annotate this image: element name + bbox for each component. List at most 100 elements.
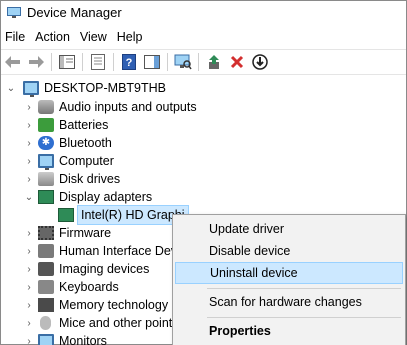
chip-icon bbox=[38, 226, 54, 240]
tree-item-label: Memory technology d bbox=[59, 298, 179, 312]
expand-chevron-icon[interactable]: › bbox=[23, 98, 35, 116]
help-button[interactable]: ? bbox=[119, 52, 139, 72]
expand-chevron-icon[interactable]: › bbox=[23, 152, 35, 170]
properties-button[interactable] bbox=[88, 52, 108, 72]
mouse-icon bbox=[40, 316, 51, 330]
tree-item-label: Display adapters bbox=[59, 190, 153, 204]
device-manager-app-icon bbox=[7, 6, 21, 18]
tree-item-imaging[interactable]: › Imaging devices bbox=[23, 260, 149, 278]
camera-icon bbox=[38, 262, 54, 276]
action-pane-button[interactable] bbox=[142, 52, 162, 72]
toolbar-separator bbox=[113, 53, 114, 71]
uninstall-device-button[interactable] bbox=[227, 52, 247, 72]
menu-file[interactable]: File bbox=[1, 27, 31, 47]
menu-properties[interactable]: Properties bbox=[175, 320, 403, 342]
tree-item-keyboards[interactable]: › Keyboards bbox=[23, 278, 119, 296]
show-hide-console-tree-button[interactable] bbox=[57, 52, 77, 72]
bluetooth-icon: ✱ bbox=[38, 136, 54, 150]
expand-chevron-icon[interactable]: › bbox=[23, 116, 35, 134]
tree-item-label: Firmware bbox=[59, 226, 112, 240]
disable-device-button[interactable] bbox=[250, 52, 270, 72]
toolbar-separator bbox=[51, 53, 52, 71]
tree-item-computer[interactable]: › Computer bbox=[23, 152, 114, 170]
tree-root-label: DESKTOP-MBT9THB bbox=[44, 81, 167, 95]
hid-icon bbox=[38, 244, 54, 258]
menu-separator bbox=[207, 317, 401, 318]
tree-item-hid[interactable]: › Human Interface Devic bbox=[23, 242, 186, 260]
scan-hardware-icon bbox=[174, 54, 192, 70]
disk-icon bbox=[38, 172, 54, 186]
speaker-icon bbox=[38, 100, 54, 114]
menu-uninstall-device[interactable]: Uninstall device bbox=[175, 262, 403, 284]
tree-item-label: Mice and other pointi bbox=[59, 316, 176, 330]
display-adapter-icon bbox=[58, 208, 74, 222]
svg-text:?: ? bbox=[126, 57, 133, 69]
properties-icon bbox=[91, 54, 105, 70]
tree-item-label: Human Interface Devic bbox=[59, 244, 187, 258]
menu-separator bbox=[207, 288, 401, 289]
menu-scan-hardware[interactable]: Scan for hardware changes bbox=[175, 291, 403, 313]
keyboard-icon bbox=[38, 280, 54, 294]
menu-disable-device[interactable]: Disable device bbox=[175, 240, 403, 262]
tree-item-disk-drives[interactable]: › Disk drives bbox=[23, 170, 120, 188]
tree-item-label: Monitors bbox=[59, 334, 107, 345]
help-icon: ? bbox=[122, 54, 136, 70]
menu-action[interactable]: Action bbox=[31, 27, 76, 47]
menu-help[interactable]: Help bbox=[113, 27, 149, 47]
tree-item-display-adapters[interactable]: ⌄ Display adapters bbox=[23, 188, 152, 206]
tree-item-monitors[interactable]: › Monitors bbox=[23, 332, 107, 345]
context-menu: Update driver Disable device Uninstall d… bbox=[172, 214, 406, 345]
tree-root[interactable]: ⌄ DESKTOP-MBT9THB bbox=[5, 79, 166, 97]
toolbar-separator bbox=[82, 53, 83, 71]
device-manager-window: Device Manager File Action View Help ? ⌄… bbox=[0, 0, 407, 345]
expand-chevron-icon[interactable]: › bbox=[23, 170, 35, 188]
collapse-chevron-icon[interactable]: ⌄ bbox=[5, 79, 17, 97]
tree-item-label: Audio inputs and outputs bbox=[59, 100, 197, 114]
toolbar: ? bbox=[1, 49, 406, 75]
forward-arrow-icon bbox=[29, 56, 44, 68]
uninstall-icon bbox=[230, 55, 244, 69]
toolbar-separator bbox=[167, 53, 168, 71]
battery-icon bbox=[38, 118, 54, 132]
expand-chevron-icon[interactable]: › bbox=[23, 296, 35, 314]
tree-item-label: Batteries bbox=[59, 118, 109, 132]
forward-button[interactable] bbox=[26, 52, 46, 72]
tree-item-label: Computer bbox=[59, 154, 114, 168]
monitor-icon bbox=[38, 334, 54, 345]
expand-chevron-icon[interactable]: › bbox=[23, 314, 35, 332]
display-adapter-icon bbox=[38, 190, 54, 204]
tree-item-bluetooth[interactable]: › ✱ Bluetooth bbox=[23, 134, 112, 152]
back-arrow-icon bbox=[5, 56, 20, 68]
tree-item-label: Bluetooth bbox=[59, 136, 112, 150]
expand-chevron-icon[interactable]: › bbox=[23, 332, 35, 345]
expand-chevron-icon[interactable]: › bbox=[23, 242, 35, 260]
memory-icon bbox=[38, 298, 54, 312]
tree-item-intel-hd-graphics[interactable]: Intel(R) HD Graphi bbox=[43, 205, 189, 225]
tree-item-firmware[interactable]: › Firmware bbox=[23, 224, 111, 242]
tree-item-mice[interactable]: › Mice and other pointi bbox=[23, 314, 175, 332]
expand-chevron-icon[interactable]: › bbox=[23, 260, 35, 278]
menu-bar: File Action View Help bbox=[1, 27, 149, 47]
collapse-chevron-icon[interactable]: ⌄ bbox=[23, 188, 35, 206]
back-button[interactable] bbox=[3, 52, 23, 72]
expand-chevron-icon[interactable]: › bbox=[23, 278, 35, 296]
tree-item-batteries[interactable]: › Batteries bbox=[23, 116, 108, 134]
console-tree-icon bbox=[59, 55, 75, 69]
scan-hardware-button[interactable] bbox=[173, 52, 193, 72]
update-driver-icon bbox=[209, 55, 219, 69]
computer-icon bbox=[38, 154, 54, 170]
window-title: Device Manager bbox=[27, 4, 122, 20]
menu-view[interactable]: View bbox=[76, 27, 113, 47]
action-pane-icon bbox=[144, 55, 160, 69]
disable-device-icon bbox=[252, 54, 268, 70]
tree-item-label: Imaging devices bbox=[59, 262, 150, 276]
expand-chevron-icon[interactable]: › bbox=[23, 134, 35, 152]
tree-item-audio[interactable]: › Audio inputs and outputs bbox=[23, 98, 197, 116]
update-driver-button[interactable] bbox=[204, 52, 224, 72]
expand-chevron-icon[interactable]: › bbox=[23, 224, 35, 242]
toolbar-separator bbox=[198, 53, 199, 71]
tree-item-memory[interactable]: › Memory technology d bbox=[23, 296, 179, 314]
tree-item-label: Keyboards bbox=[59, 280, 119, 294]
menu-update-driver[interactable]: Update driver bbox=[175, 218, 403, 240]
